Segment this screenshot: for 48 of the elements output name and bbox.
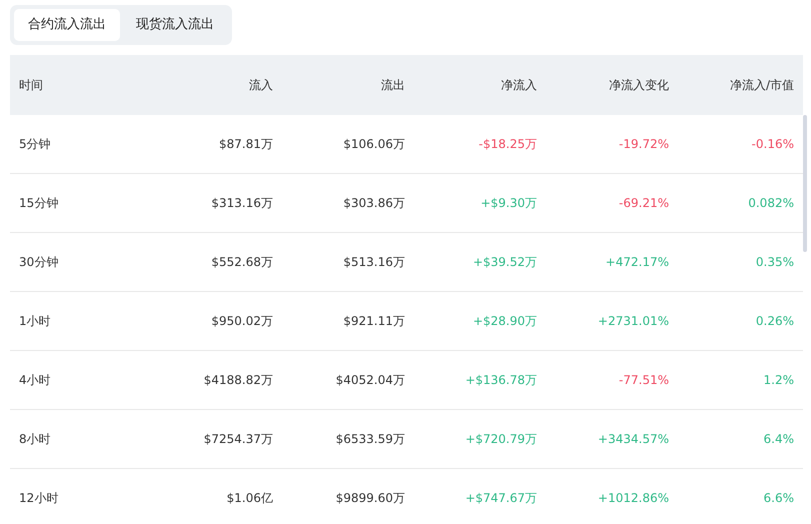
table-cell: +$747.67万: [414, 468, 546, 524]
table-cell: +472.17%: [546, 232, 678, 292]
table-cell: 6.4%: [678, 410, 803, 468]
table-cell: -19.72%: [546, 114, 678, 174]
column-header: 净流入/市值: [678, 54, 803, 114]
table-cell: 30分钟: [10, 232, 150, 292]
table-cell: 4小时: [10, 350, 150, 410]
table-cell: $9899.60万: [282, 468, 414, 524]
table-cell: 12小时: [10, 468, 150, 524]
table-cell: 6.6%: [678, 468, 803, 524]
column-header: 时间: [10, 54, 150, 114]
table-cell: +$39.52万: [414, 232, 546, 292]
table-cell: +$720.79万: [414, 410, 546, 468]
table-cell: $4052.04万: [282, 350, 414, 410]
scrollbar[interactable]: [803, 114, 807, 252]
table-cell: $106.06万: [282, 114, 414, 174]
column-header: 流入: [150, 54, 282, 114]
table-cell: 15分钟: [10, 174, 150, 232]
table-cell: 1.2%: [678, 350, 803, 410]
table-cell: +$9.30万: [414, 174, 546, 232]
table-cell: -69.21%: [546, 174, 678, 232]
table-cell: +2731.01%: [546, 292, 678, 350]
table-cell: 1小时: [10, 292, 150, 350]
table-cell: $513.16万: [282, 232, 414, 292]
table-cell: $6533.59万: [282, 410, 414, 468]
table-cell: +3434.57%: [546, 410, 678, 468]
table-cell: -77.51%: [546, 350, 678, 410]
table-cell: $87.81万: [150, 114, 282, 174]
table-cell: $950.02万: [150, 292, 282, 350]
table-cell: $4188.82万: [150, 350, 282, 410]
table-cell: -$18.25万: [414, 114, 546, 174]
table-cell: 0.26%: [678, 292, 803, 350]
table-cell: $921.11万: [282, 292, 414, 350]
tab[interactable]: 现货流入流出: [122, 9, 228, 40]
tab[interactable]: 合约流入流出: [14, 9, 120, 40]
table-cell: $1.06亿: [150, 468, 282, 524]
table-cell: $303.86万: [282, 174, 414, 232]
table-cell: +$28.90万: [414, 292, 546, 350]
column-header: 流出: [282, 54, 414, 114]
column-header: 净流入变化: [546, 54, 678, 114]
table-cell: +1012.86%: [546, 468, 678, 524]
table-cell: 5分钟: [10, 114, 150, 174]
table-cell: $552.68万: [150, 232, 282, 292]
column-header: 净流入: [414, 54, 546, 114]
table-cell: 8小时: [10, 410, 150, 468]
table-cell: $7254.37万: [150, 410, 282, 468]
table-cell: $313.16万: [150, 174, 282, 232]
table-cell: +$136.78万: [414, 350, 546, 410]
